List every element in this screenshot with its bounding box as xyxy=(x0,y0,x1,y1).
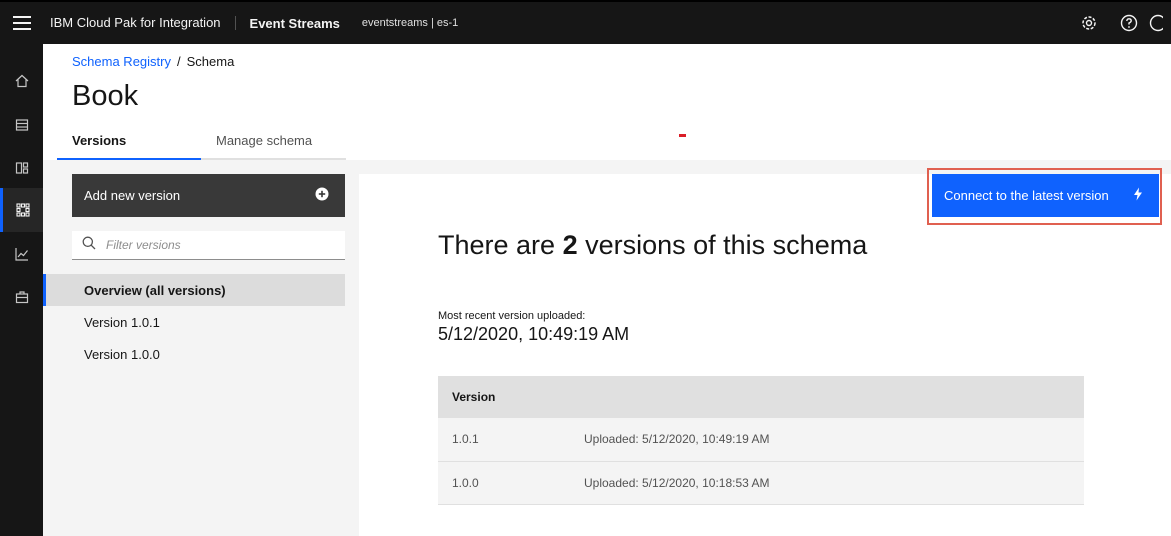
product-name[interactable]: IBM Cloud Pak for Integration xyxy=(50,16,236,30)
version-list: Overview (all versions) Version 1.0.1 Ve… xyxy=(43,274,345,370)
breadcrumb-schema-registry-link[interactable]: Schema Registry xyxy=(72,54,171,69)
tab-list: Versions Manage schema xyxy=(57,122,346,160)
breadcrumb-separator: / xyxy=(176,54,181,69)
top-bar: IBM Cloud Pak for Integration Event Stre… xyxy=(0,0,1171,44)
recent-upload-value: 5/12/2020, 10:49:19 AM xyxy=(438,324,630,344)
versions-table: Version 1.0.1 Uploaded: 5/12/2020, 10:49… xyxy=(438,376,1084,505)
page-header: Schema Registry / Schema Book Versions Man… xyxy=(43,44,1171,160)
lightning-icon xyxy=(1133,187,1143,204)
search-icon xyxy=(82,236,96,255)
filter-versions-input[interactable] xyxy=(106,238,326,252)
table-header-row: Version xyxy=(438,376,1084,418)
home-icon[interactable] xyxy=(0,59,43,103)
consumer-groups-icon[interactable] xyxy=(0,146,43,190)
table-cell-version: 1.0.0 xyxy=(438,461,584,505)
recent-upload-label: Most recent version uploaded: xyxy=(438,310,586,322)
help-icon[interactable] xyxy=(1109,2,1149,44)
connect-latest-version-button[interactable]: Connect to the latest version xyxy=(932,174,1159,217)
menu-icon[interactable] xyxy=(0,2,44,44)
red-marker xyxy=(679,134,686,137)
breadcrumb: Schema Registry / Schema xyxy=(72,54,234,69)
schema-registry-icon[interactable] xyxy=(0,188,43,232)
version-item-overview[interactable]: Overview (all versions) xyxy=(43,274,345,306)
page-title: Book xyxy=(72,80,139,112)
add-circle-icon xyxy=(315,187,329,204)
versions-panel: Add new version xyxy=(72,174,345,260)
table-row[interactable]: 1.0.0 Uploaded: 5/12/2020, 10:18:53 AM xyxy=(438,461,1084,505)
connect-latest-version-label: Connect to the latest version xyxy=(944,188,1109,203)
filter-versions-field xyxy=(72,231,345,260)
breadcrumb-current: Schema xyxy=(186,54,235,69)
version-item-1-0-0[interactable]: Version 1.0.0 xyxy=(43,338,345,370)
table-cell-version: 1.0.1 xyxy=(438,418,584,462)
table-row[interactable]: 1.0.1 Uploaded: 5/12/2020, 10:49:19 AM xyxy=(438,418,1084,462)
add-new-version-button[interactable]: Add new version xyxy=(72,174,345,217)
version-column-header: Version xyxy=(438,376,1084,418)
instance-name: eventstreams | es-1 xyxy=(361,17,459,29)
table-cell-uploaded: Uploaded: 5/12/2020, 10:49:19 AM xyxy=(584,418,1084,462)
toolbox-icon[interactable] xyxy=(0,275,43,319)
tab-versions[interactable]: Versions xyxy=(57,122,201,160)
side-nav xyxy=(0,44,43,536)
versions-headline: There are 2 versions of this schema xyxy=(438,230,867,261)
tab-manage-schema[interactable]: Manage schema xyxy=(201,122,346,160)
topics-icon[interactable] xyxy=(0,103,43,147)
settings-icon[interactable] xyxy=(1069,2,1109,44)
table-cell-uploaded: Uploaded: 5/12/2020, 10:18:53 AM xyxy=(584,461,1084,505)
headline-prefix: There are xyxy=(438,230,563,260)
version-item-1-0-1[interactable]: Version 1.0.1 xyxy=(43,306,345,338)
add-new-version-label: Add new version xyxy=(84,188,181,203)
user-icon[interactable] xyxy=(1149,2,1171,44)
version-count: 2 xyxy=(562,230,578,260)
app-name[interactable]: Event Streams xyxy=(250,16,340,31)
monitoring-icon[interactable] xyxy=(0,232,43,276)
headline-suffix: versions of this schema xyxy=(577,230,868,260)
